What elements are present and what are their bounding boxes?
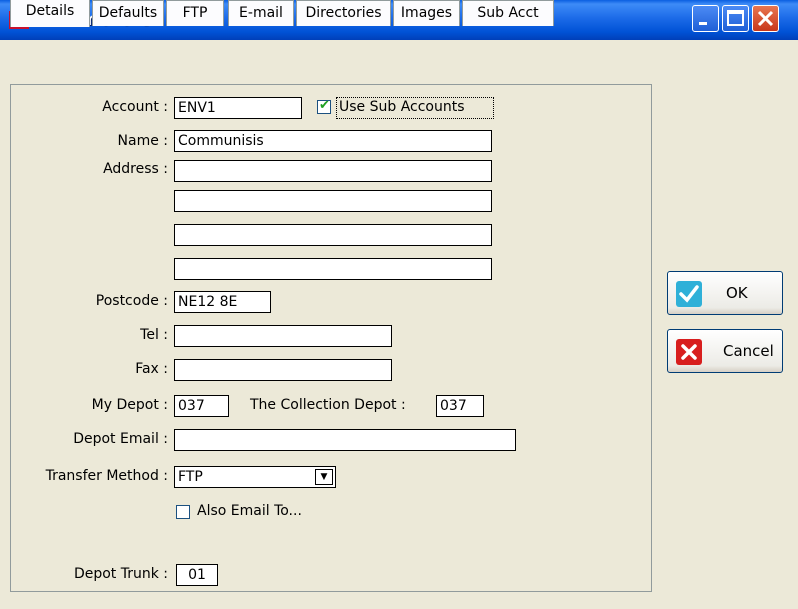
collection-depot-label: The Collection Depot : [250,397,406,413]
account-label: Account : [102,99,168,115]
tab-email-label: E-mail [239,5,283,21]
address-line-3[interactable] [174,224,492,246]
transfer-method-label: Transfer Method : [45,468,168,484]
tab-sub-acct-label: Sub Acct [477,5,539,21]
transfer-method-select[interactable]: FTP ▼ [174,466,336,488]
tab-defaults[interactable]: Defaults [92,0,164,26]
address-label: Address : [103,161,168,177]
ok-button[interactable]: OK [667,271,783,315]
minimize-icon [699,22,707,25]
transfer-method-value: FTP [178,469,203,485]
cancel-button-label: Cancel [723,342,774,360]
tab-details[interactable]: Details [10,0,90,27]
ok-button-label: OK [726,284,748,302]
tab-details-label: Details [25,3,75,19]
depot-trunk-label: Depot Trunk : [73,566,168,582]
name-field[interactable]: Communisis [174,130,492,152]
my-depot-label: My Depot : [91,397,168,413]
close-icon [757,10,774,27]
address-line-2[interactable] [174,190,492,212]
name-label: Name : [117,133,168,149]
checkmark-icon: ✔ [319,98,330,113]
maximize-icon [727,10,744,26]
collection-depot-field[interactable]: 037 [436,395,484,417]
depot-trunk-field[interactable]: 01 [176,564,218,586]
tab-defaults-label: Defaults [98,5,158,21]
tab-images-label: Images [400,5,453,21]
tab-email[interactable]: E-mail [228,0,294,26]
also-email-checkbox[interactable] [176,505,190,519]
tab-ftp[interactable]: FTP [166,0,224,26]
minimize-button[interactable] [692,5,719,32]
depot-email-field[interactable] [174,429,516,451]
checkmark-icon [676,281,702,307]
postcode-label: Postcode : [95,293,168,309]
cancel-button[interactable]: Cancel [667,329,783,373]
my-depot-field[interactable]: 037 [174,395,229,417]
tab-sub-acct[interactable]: Sub Acct [462,0,554,26]
x-icon [676,339,702,365]
fax-field[interactable] [174,359,392,381]
close-button[interactable] [752,5,779,32]
maximize-button[interactable] [722,5,749,32]
tel-field[interactable] [174,325,392,347]
use-sub-accounts-label[interactable]: Use Sub Accounts [339,99,465,115]
tel-label: Tel : [140,327,168,343]
address-line-4[interactable] [174,258,492,280]
dropdown-arrow-icon[interactable]: ▼ [315,469,333,485]
tab-images[interactable]: Images [393,0,460,26]
account-field[interactable]: ENV1 [174,97,302,119]
tab-directories-label: Directories [305,5,382,21]
use-sub-accounts-checkbox[interactable]: ✔ [317,98,331,114]
postcode-field[interactable]: NE12 8E [174,291,271,313]
parameters-window: Parameters Details Defaults FTP E-mail D… [0,0,798,609]
address-line-1[interactable] [174,160,492,182]
also-email-label[interactable]: Also Email To... [197,503,302,519]
tab-directories[interactable]: Directories [296,0,391,26]
fax-label: Fax : [135,361,168,377]
depot-email-label: Depot Email : [73,431,168,447]
tab-ftp-label: FTP [182,5,208,21]
